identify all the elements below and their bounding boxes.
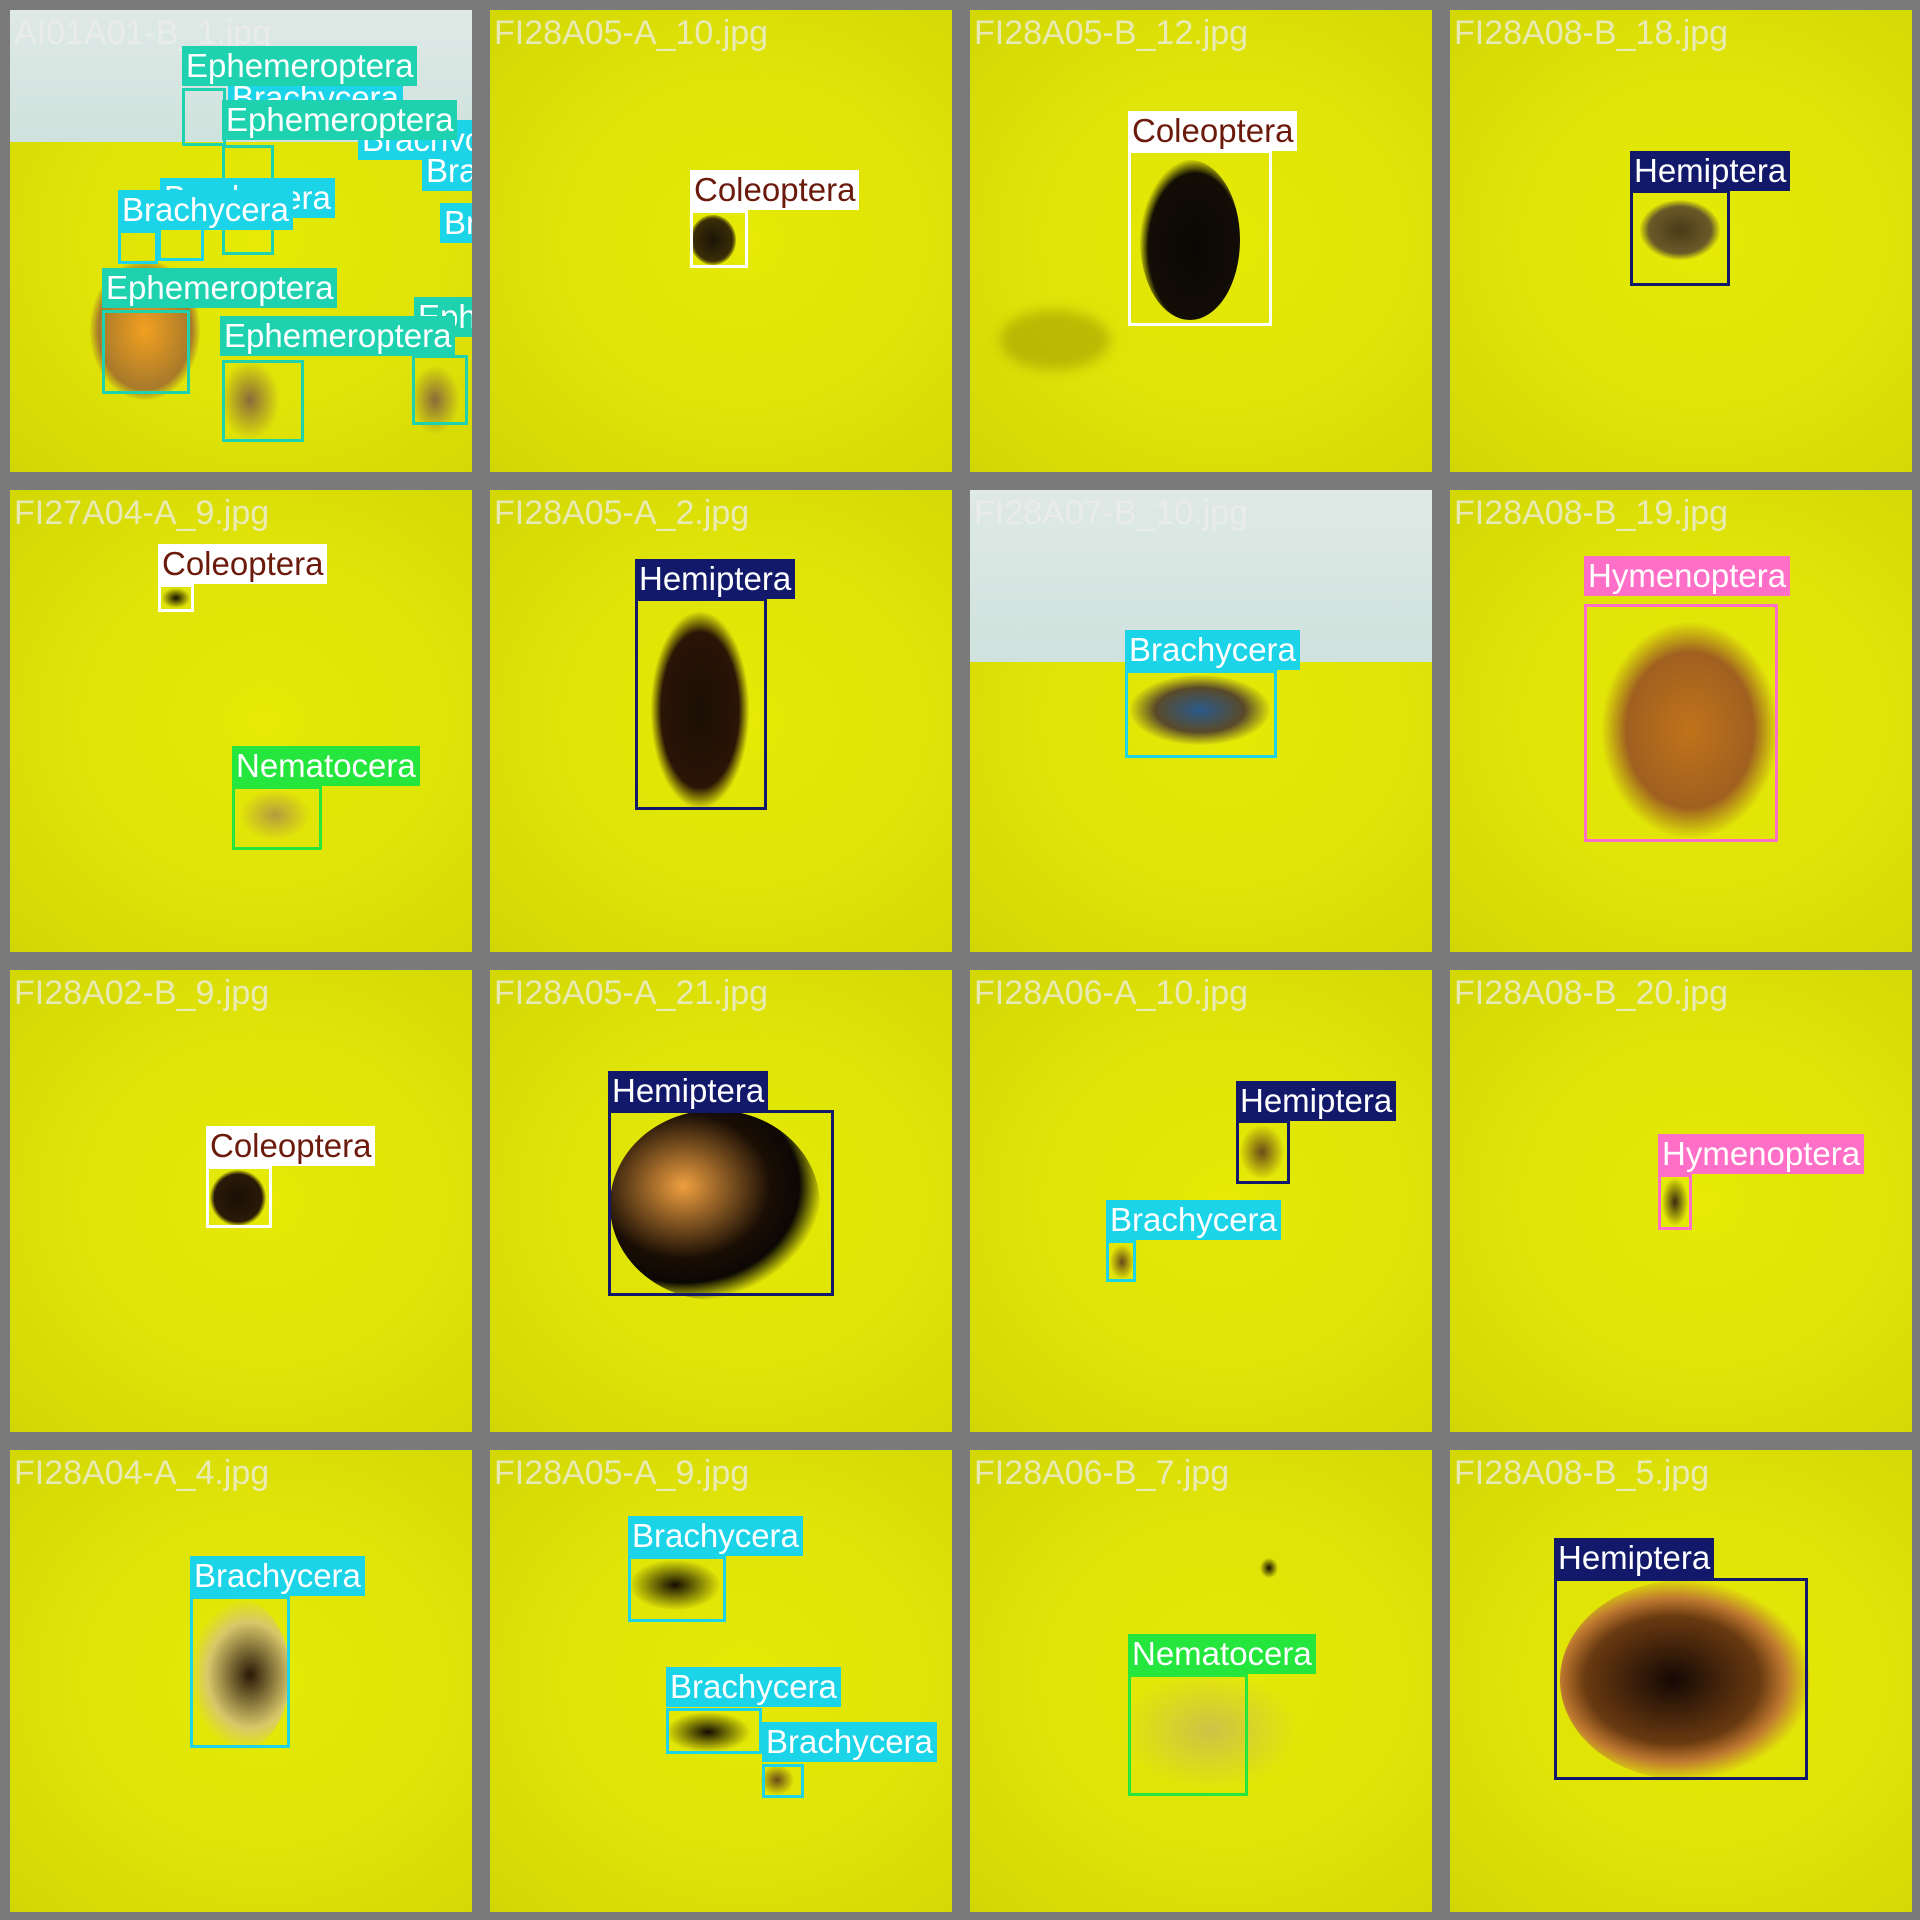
detection-label: Brachycera — [628, 1516, 803, 1556]
detection-box — [102, 310, 190, 394]
detection-label: Hemiptera — [608, 1071, 769, 1111]
detection-box — [1236, 1120, 1290, 1184]
tile-7: FI28A07-B_10.jpg Brachycera — [970, 490, 1432, 952]
detection-label: Hymenoptera — [1584, 556, 1791, 596]
detection-box — [206, 1166, 272, 1228]
detection-box — [1106, 1240, 1136, 1282]
tile-filename: FI28A05-A_9.jpg — [494, 1454, 750, 1492]
detection-box — [1630, 190, 1730, 286]
detection-box — [1128, 1674, 1248, 1796]
tile-filename: FI28A02-B_9.jpg — [14, 974, 270, 1012]
tile-11: FI28A06-A_10.jpg Hemiptera Brachycera — [970, 970, 1432, 1432]
tile-9: FI28A02-B_9.jpg Coleoptera — [10, 970, 472, 1432]
detection-label: Brachycera — [1106, 1200, 1281, 1240]
detection-label: Brachycera — [440, 203, 472, 243]
detection-box — [118, 230, 158, 264]
detection-box — [666, 1708, 762, 1754]
tile-4: FI28A08-B_18.jpg Hemiptera — [1450, 10, 1912, 472]
detection-label: Hemiptera — [635, 559, 796, 599]
tile-12: FI28A08-B_20.jpg Hymenoptera — [1450, 970, 1912, 1432]
tile-filename: FI28A08-B_18.jpg — [1454, 14, 1729, 52]
detection-label: Hemiptera — [1630, 151, 1791, 191]
detection-label: Coleoptera — [206, 1126, 376, 1166]
detection-label: Nematocera — [1128, 1634, 1316, 1674]
detection-box — [635, 598, 767, 810]
tile-filename: FI28A05-A_10.jpg — [494, 14, 769, 52]
tile-8: FI28A08-B_19.jpg Hymenoptera — [1450, 490, 1912, 952]
detection-box — [158, 584, 194, 612]
detection-box — [182, 88, 226, 146]
tile-6: FI28A05-A_2.jpg Hemiptera — [490, 490, 952, 952]
shadow — [1000, 310, 1110, 370]
detection-box — [1128, 150, 1272, 326]
detection-label: Nematocera — [232, 746, 420, 786]
detection-box — [232, 786, 322, 850]
detection-label: Hemiptera — [1236, 1081, 1397, 1121]
insect — [1260, 1558, 1278, 1578]
detection-box — [158, 225, 204, 261]
tile-13: FI28A04-A_4.jpg Brachycera — [10, 1450, 472, 1912]
detection-label: Brachycera — [118, 190, 293, 230]
detection-box — [1125, 670, 1277, 758]
tile-filename: FI28A06-B_7.jpg — [974, 1454, 1230, 1492]
detection-label: Coleoptera — [158, 544, 328, 584]
detection-box — [628, 1556, 726, 1622]
tile-2: FI28A05-A_10.jpg Coleoptera — [490, 10, 952, 472]
tile-16: FI28A08-B_5.jpg Hemiptera — [1450, 1450, 1912, 1912]
tile-filename: FI28A07-B_10.jpg — [974, 494, 1249, 532]
tile-filename: FI27A04-A_9.jpg — [14, 494, 270, 532]
detection-label: Coleoptera — [690, 170, 860, 210]
detection-label: Ephemeroptera — [182, 46, 418, 86]
detection-label: Coleoptera — [1128, 111, 1298, 151]
tile-10: FI28A05-A_21.jpg Hemiptera — [490, 970, 952, 1432]
tile-filename: FI28A08-B_19.jpg — [1454, 494, 1729, 532]
detection-mosaic: AI01A01-B_1.jpg Brachycera Ephemeroptera… — [0, 0, 1920, 1920]
detection-box — [1658, 1174, 1692, 1230]
detection-box — [412, 355, 468, 425]
detection-box — [222, 360, 304, 442]
tile-15: FI28A06-B_7.jpg Nematocera — [970, 1450, 1432, 1912]
detection-box — [762, 1764, 804, 1798]
tile-filename: FI28A06-A_10.jpg — [974, 974, 1249, 1012]
detection-label: Brachycera — [666, 1667, 841, 1707]
detection-label: Hymenoptera — [1658, 1134, 1865, 1174]
tile-3: FI28A05-B_12.jpg Coleoptera — [970, 10, 1432, 472]
tile-5: FI27A04-A_9.jpg Coleoptera Nematocera — [10, 490, 472, 952]
detection-label: Ephemeroptera — [222, 100, 458, 140]
tile-14: FI28A05-A_9.jpg Brachycera Brachycera Br… — [490, 1450, 952, 1912]
tile-filename: FI28A05-B_12.jpg — [974, 14, 1249, 52]
detection-label: Brachycera — [1125, 630, 1300, 670]
detection-label: Brachycera — [190, 1556, 365, 1596]
detection-box — [1554, 1578, 1808, 1780]
tile-filename: FI28A05-A_21.jpg — [494, 974, 769, 1012]
detection-label: Brachycera — [422, 151, 472, 191]
tile-filename: FI28A05-A_2.jpg — [494, 494, 750, 532]
tile-filename: FI28A04-A_4.jpg — [14, 1454, 270, 1492]
tile-filename: FI28A08-B_5.jpg — [1454, 1454, 1710, 1492]
detection-label: Ephemeroptera — [102, 268, 338, 308]
detection-label: Brachycera — [762, 1722, 937, 1762]
detection-box — [1584, 604, 1778, 842]
tile-1: AI01A01-B_1.jpg Brachycera Ephemeroptera… — [10, 10, 472, 472]
tile-filename: FI28A08-B_20.jpg — [1454, 974, 1729, 1012]
detection-box — [690, 210, 748, 268]
detection-label: Ephemeroptera — [220, 316, 456, 356]
detection-box — [608, 1110, 834, 1296]
detection-box — [190, 1596, 290, 1748]
detection-label: Hemiptera — [1554, 1538, 1715, 1578]
